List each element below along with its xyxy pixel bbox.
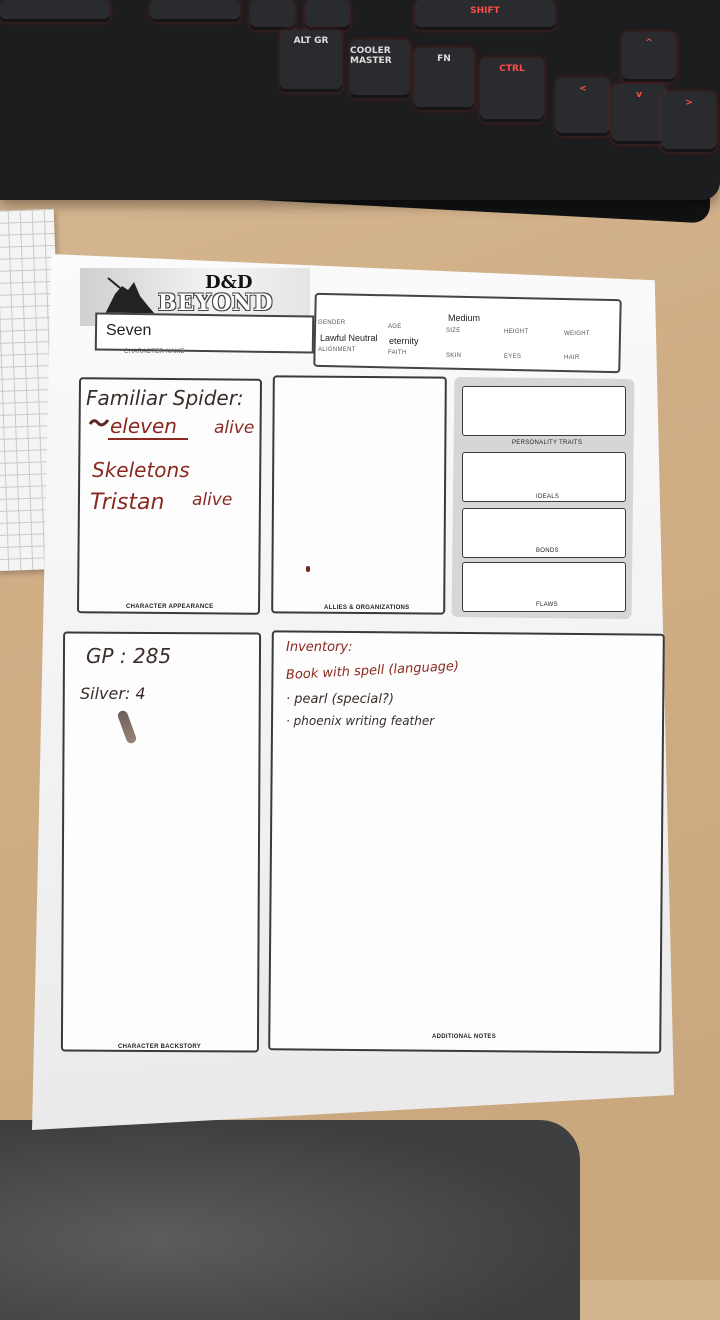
- character-name-value: Seven: [106, 322, 152, 339]
- alignment-value: Lawful Neutral: [320, 333, 378, 343]
- alt-gr-key: ALT GR: [280, 30, 342, 92]
- allies-organizations-label: ALLIES & ORGANIZATIONS: [324, 605, 410, 611]
- handwriting-pearl: · pearl (special?): [286, 692, 394, 707]
- character-name-label: CHARACTER NAME: [124, 349, 185, 355]
- warrior-silhouette-icon: [105, 277, 155, 314]
- age-label: AGE: [388, 324, 402, 330]
- fn-key: FN: [414, 48, 474, 110]
- keyboard-key: [150, 0, 240, 22]
- ctrl-key: CTRL: [480, 58, 544, 122]
- size-label: SIZE: [446, 328, 461, 334]
- faith-label: FAITH: [388, 350, 407, 356]
- handwriting-skeletons: Skeletons: [92, 458, 190, 482]
- alignment-label: ALIGNMENT: [318, 347, 356, 353]
- handwriting-alive-2: alive: [192, 490, 233, 510]
- additional-notes-label: ADDITIONAL NOTES: [432, 1034, 497, 1040]
- eyes-label: EYES: [504, 354, 522, 360]
- gray-cloth: [0, 1120, 580, 1320]
- spider-scribble-icon: [88, 419, 110, 427]
- handwriting-gp: GP : 285: [86, 644, 172, 668]
- character-appearance-label: CHARACTER APPEARANCE: [126, 604, 214, 610]
- hair-label: HAIR: [564, 355, 580, 361]
- logo-beyond-text: BEYOND: [158, 290, 274, 316]
- character-backstory-label: CHARACTER BACKSTORY: [118, 1044, 202, 1050]
- personality-traits-label: PERSONALITY TRAITS: [512, 440, 583, 446]
- keyboard-key: [250, 0, 295, 30]
- bonds-label: BONDS: [536, 548, 559, 554]
- keyboard-key: [305, 0, 350, 30]
- ideals-label: IDEALS: [536, 494, 560, 500]
- handwriting-alive-1: alive: [214, 418, 255, 438]
- cooler-master-key: COOLER MASTER: [350, 40, 410, 98]
- skin-label: SKIN: [446, 353, 462, 359]
- arrow-down-key: v: [612, 84, 666, 144]
- ink-spot: [306, 566, 310, 572]
- weight-label: WEIGHT: [564, 331, 590, 337]
- allies-organizations-panel: [271, 375, 447, 615]
- handwriting-silver: Silver: 4: [80, 684, 146, 703]
- arrow-up-key: ^: [622, 32, 676, 82]
- handwriting-phoenix-feather: · phoenix writing feather: [286, 714, 435, 728]
- personality-traits-box: [462, 386, 626, 436]
- age-value: eternity: [389, 336, 419, 346]
- keyboard-key: [0, 0, 110, 22]
- keyboard: SHIFT ALT GR COOLER MASTER FN CTRL ^ < v…: [0, 0, 720, 200]
- handwriting-familiar-spider: Familiar Spider:: [86, 386, 244, 410]
- arrow-right-key: >: [662, 92, 716, 152]
- handwriting-inventory-heading: Inventory:: [286, 640, 353, 655]
- size-value: Medium: [448, 313, 481, 323]
- handwriting-tristan: Tristan: [90, 490, 165, 515]
- height-label: HEIGHT: [504, 329, 529, 335]
- underline-eleven: [108, 438, 188, 440]
- arrow-left-key: <: [556, 78, 610, 136]
- handwriting-eleven: eleven: [110, 414, 177, 438]
- shift-key: SHIFT: [415, 0, 555, 30]
- flaws-label: FLAWS: [536, 602, 558, 608]
- gender-label: GENDER: [318, 320, 346, 326]
- sheet-footer: [200, 1070, 201, 1075]
